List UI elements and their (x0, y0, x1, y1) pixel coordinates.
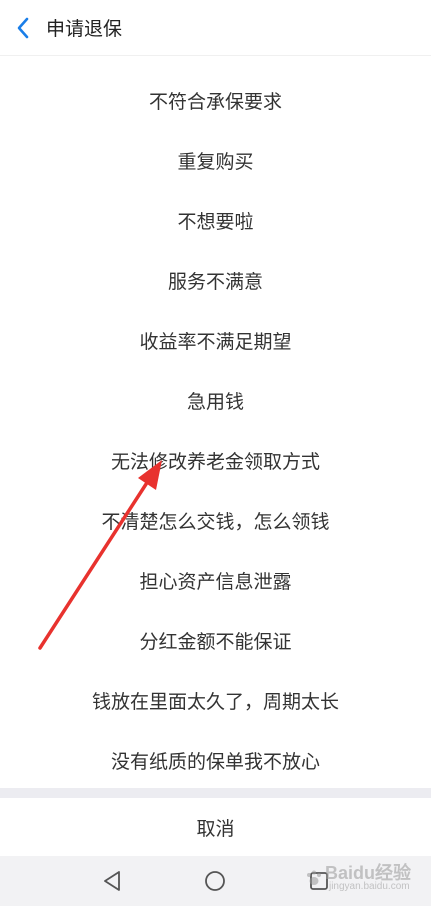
reason-item[interactable]: 收益率不满足期望 (0, 310, 431, 370)
reason-item[interactable]: 不清楚怎么交钱，怎么领钱 (0, 490, 431, 550)
reason-item[interactable]: 担心资产信息泄露 (0, 550, 431, 610)
chevron-left-icon (17, 17, 29, 38)
nav-home-button[interactable] (195, 861, 235, 901)
square-recents-icon (310, 872, 329, 890)
page-title: 申请退保 (46, 18, 123, 40)
nav-back-button[interactable] (92, 861, 132, 901)
system-nav-bar (0, 856, 431, 906)
reason-item[interactable]: 没有纸质的保单我不放心 (0, 730, 431, 790)
reason-item[interactable]: 急用钱 (0, 370, 431, 430)
reason-item[interactable]: 重复购买 (0, 130, 431, 190)
circle-home-icon (205, 871, 226, 891)
header-bar: 申请退保 (0, 0, 431, 56)
nav-recents-button[interactable] (299, 861, 339, 901)
reason-list: 不符合承保要求 重复购买 不想要啦 服务不满意 收益率不满足期望 急用钱 无法修… (0, 70, 431, 790)
back-button[interactable] (0, 0, 46, 56)
reason-item[interactable]: 钱放在里面太久了，周期太长 (0, 670, 431, 730)
triangle-back-icon (103, 871, 120, 891)
reason-item[interactable]: 分红金额不能保证 (0, 610, 431, 670)
reason-item[interactable]: 不符合承保要求 (0, 70, 431, 130)
reason-item[interactable]: 不想要啦 (0, 190, 431, 250)
reason-item[interactable]: 无法修改养老金领取方式 (0, 430, 431, 490)
reason-item[interactable]: 服务不满意 (0, 250, 431, 310)
divider-band (0, 788, 431, 798)
cancel-button[interactable]: 取消 (0, 798, 431, 856)
